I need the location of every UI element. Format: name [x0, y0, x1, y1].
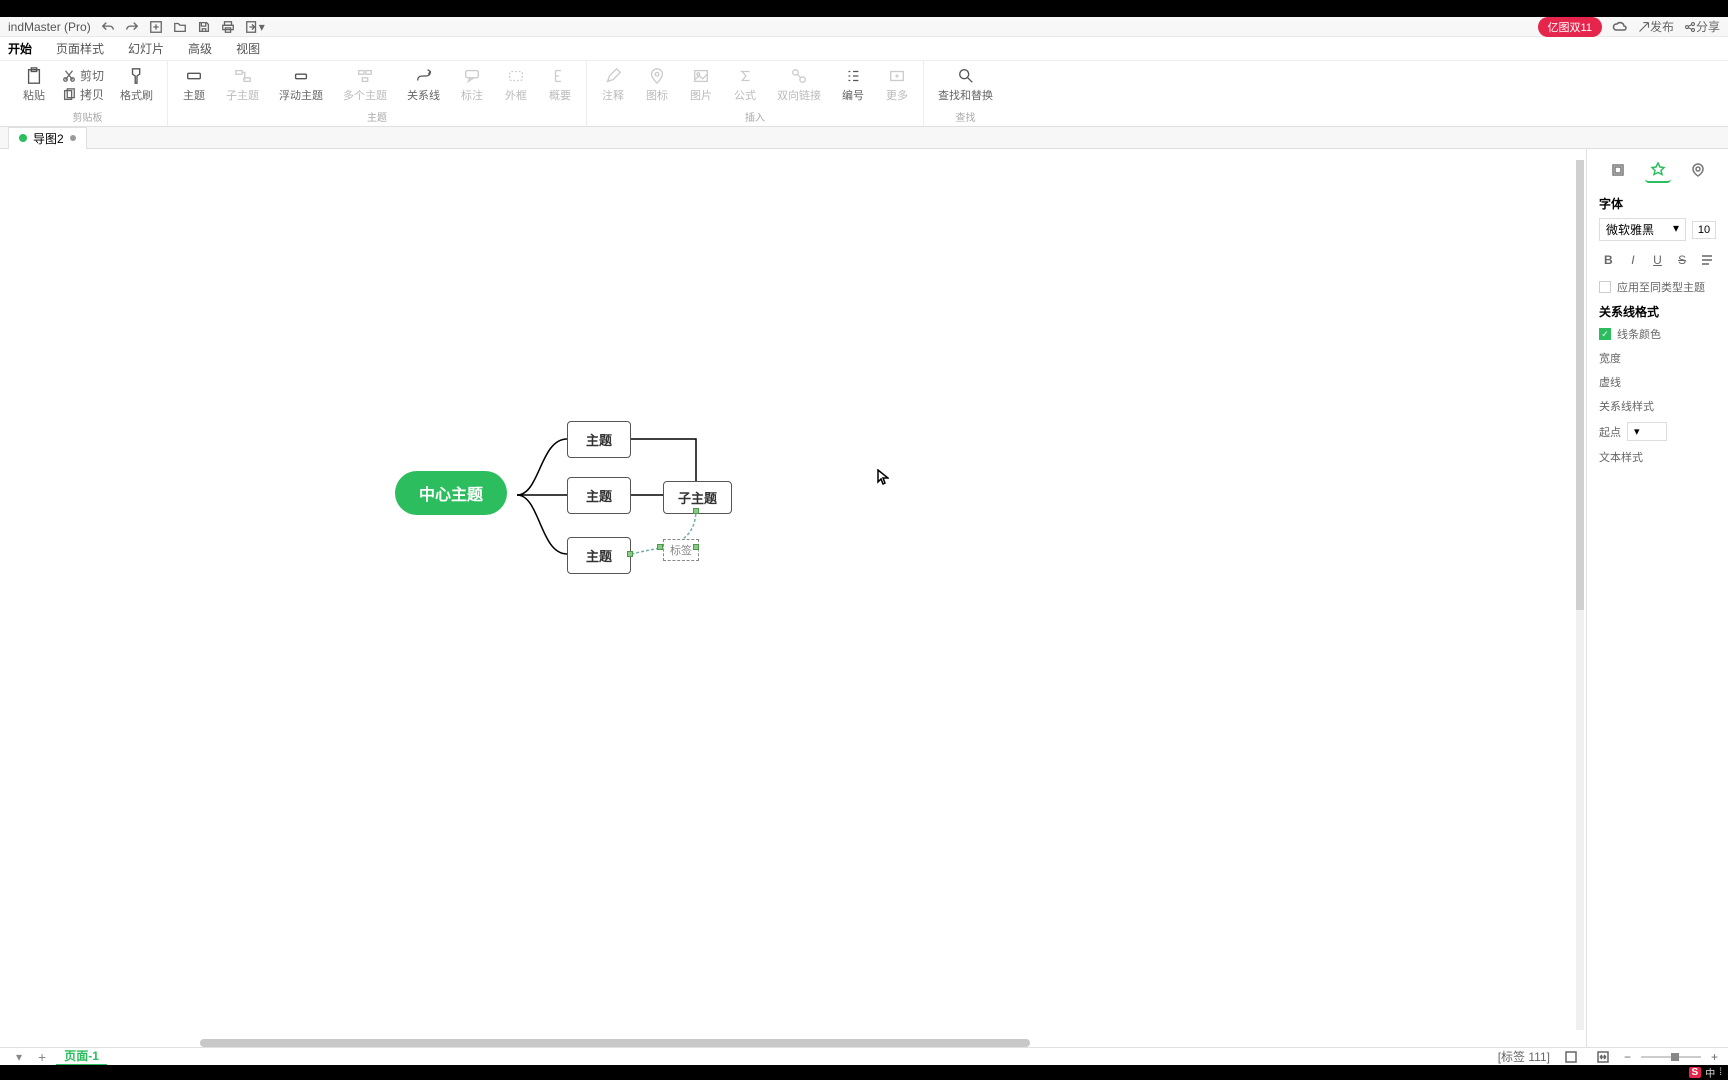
- link-button[interactable]: 双向链接: [773, 65, 825, 105]
- font-section-title: 字体: [1599, 195, 1716, 212]
- undo-icon[interactable]: [101, 20, 115, 34]
- publish-button[interactable]: 发布: [1638, 18, 1674, 35]
- save-icon[interactable]: [197, 20, 211, 34]
- ime-more-icon[interactable]: ⁞: [1719, 1067, 1722, 1078]
- float-topic-button[interactable]: 浮动主题: [275, 65, 327, 105]
- start-select[interactable]: ▾: [1627, 422, 1667, 441]
- ime-badge[interactable]: S: [1689, 1067, 1702, 1078]
- ime-lang[interactable]: 中: [1705, 1065, 1715, 1080]
- open-icon[interactable]: [173, 20, 187, 34]
- menu-slideshow[interactable]: 幻灯片: [128, 40, 164, 57]
- find-replace-button[interactable]: 查找和替换: [934, 65, 997, 105]
- formula-button[interactable]: 公式: [729, 65, 761, 105]
- topic-node-3[interactable]: 主题: [567, 537, 631, 574]
- print-icon[interactable]: [221, 20, 235, 34]
- summary-button[interactable]: 概要: [544, 65, 576, 105]
- topic-node-2[interactable]: 主题: [567, 477, 631, 514]
- relation-label[interactable]: 标签: [663, 539, 699, 561]
- zoom-out-button[interactable]: −: [1624, 1050, 1631, 1064]
- cut-button[interactable]: 剪切: [62, 67, 104, 84]
- copy-button[interactable]: 拷贝: [62, 86, 104, 103]
- marker-button[interactable]: 图标: [641, 65, 673, 105]
- align-icon[interactable]: [1697, 249, 1716, 271]
- redo-icon[interactable]: [125, 20, 139, 34]
- export-icon[interactable]: ▾: [245, 20, 265, 34]
- bold-icon[interactable]: B: [1599, 249, 1618, 271]
- font-family-select[interactable]: 微软雅黑 ▾: [1599, 218, 1686, 241]
- apply-same-checkbox[interactable]: [1599, 281, 1611, 293]
- image-button[interactable]: 图片: [685, 65, 717, 105]
- relation-section-title: 关系线格式: [1599, 303, 1716, 320]
- topic-node-1[interactable]: 主题: [567, 421, 631, 458]
- number-button[interactable]: 编号: [837, 65, 869, 105]
- menu-start[interactable]: 开始: [8, 40, 32, 57]
- start-label: 起点: [1599, 424, 1621, 440]
- font-size-input[interactable]: [1692, 221, 1716, 239]
- panel-tab-style[interactable]: [1645, 157, 1671, 183]
- group-insert: 插入: [745, 109, 765, 126]
- center-topic-node[interactable]: 中心主题: [395, 471, 507, 515]
- app-title: indMaster (Pro): [8, 20, 91, 34]
- topic-button[interactable]: 主题: [178, 65, 210, 105]
- horizontal-scrollbar[interactable]: [200, 1039, 1030, 1047]
- cloud-icon[interactable]: [1612, 19, 1628, 35]
- label-handle-left[interactable]: [657, 544, 663, 550]
- zoom-in-button[interactable]: +: [1711, 1050, 1718, 1064]
- callout-button[interactable]: 标注: [456, 65, 488, 105]
- cursor-icon: [877, 469, 889, 485]
- multi-topic-button[interactable]: 多个主题: [339, 65, 391, 105]
- label-handle-right[interactable]: [693, 544, 699, 550]
- new-icon[interactable]: [149, 20, 163, 34]
- rel-style-label: 关系线样式: [1599, 398, 1654, 414]
- strikethrough-icon[interactable]: S: [1673, 249, 1692, 271]
- italic-icon[interactable]: I: [1624, 249, 1643, 271]
- note-button[interactable]: 注释: [597, 65, 629, 105]
- add-page-button[interactable]: +: [28, 1049, 56, 1065]
- doc-status-icon: [19, 134, 27, 142]
- panel-tab-page[interactable]: [1605, 157, 1631, 183]
- group-clipboard: 剪贴板: [73, 109, 103, 126]
- panel-tab-map[interactable]: [1685, 157, 1711, 183]
- share-button[interactable]: 分享: [1684, 18, 1720, 35]
- menu-view[interactable]: 视图: [236, 40, 260, 57]
- status-info: [标签 111]: [1498, 1048, 1550, 1065]
- doc-modified-icon: [70, 135, 76, 141]
- dash-label: 虚线: [1599, 374, 1621, 390]
- boundary-button[interactable]: 外框: [500, 65, 532, 105]
- format-painter-button[interactable]: 格式刷: [116, 65, 157, 105]
- menu-pagestyle[interactable]: 页面样式: [56, 40, 104, 57]
- group-find: 查找: [956, 109, 976, 126]
- doc-tab-label: 导图2: [33, 130, 64, 147]
- relation-end-handle[interactable]: [627, 551, 633, 557]
- apply-same-label: 应用至同类型主题: [1617, 279, 1705, 295]
- underline-icon[interactable]: U: [1648, 249, 1667, 271]
- text-style-label: 文本样式: [1599, 449, 1643, 465]
- promo-badge[interactable]: 亿图双11: [1538, 17, 1602, 37]
- page-menu-icon[interactable]: ▾: [10, 1050, 28, 1064]
- zoom-slider[interactable]: [1641, 1056, 1701, 1058]
- selection-handle[interactable]: [693, 508, 699, 514]
- menu-advanced[interactable]: 高级: [188, 40, 212, 57]
- subtopic-button[interactable]: 子主题: [222, 65, 263, 105]
- document-tab[interactable]: 导图2: [8, 127, 87, 149]
- paste-button[interactable]: 粘贴: [18, 65, 50, 105]
- line-color-label: 线条颜色: [1617, 326, 1661, 342]
- group-topic: 主题: [367, 109, 387, 126]
- more-button[interactable]: 更多: [881, 65, 913, 105]
- width-label: 宽度: [1599, 350, 1621, 366]
- vertical-scrollbar[interactable]: [1576, 160, 1584, 1030]
- relation-button[interactable]: 关系线: [403, 65, 444, 105]
- canvas[interactable]: 中心主题 主题 主题 主题 子主题 标签: [0, 149, 1586, 1047]
- page-tab[interactable]: 页面-1: [56, 1047, 107, 1066]
- line-color-checkbox[interactable]: ✓: [1599, 328, 1611, 340]
